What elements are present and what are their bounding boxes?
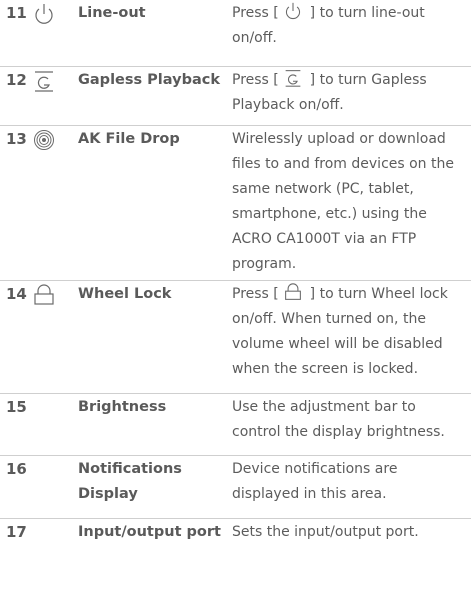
table-row: 16 Notifications Display Device notifica…: [0, 456, 471, 519]
row-number: 17: [6, 523, 27, 541]
lock-icon: [32, 284, 60, 306]
table-row: 15 Brightness Use the adjustment bar to …: [0, 394, 471, 456]
row-description: Press [ ] to turn line-out on/off.: [228, 0, 471, 66]
row-description: Press [ ] to turn Gapless Playback on/of…: [228, 67, 471, 125]
row-number: 11: [6, 4, 27, 22]
row-description: Sets the input/output port.: [232, 524, 419, 540]
row-name: Wheel Lock: [78, 286, 172, 302]
power-icon: [32, 3, 60, 25]
row-description: Wirelessly upload or download files to a…: [232, 131, 454, 272]
row-number: 13: [6, 130, 27, 148]
table-row: 11 Line-out Press [ ] to turn line-out o…: [0, 0, 471, 67]
row-description: Use the adjustment bar to control the di…: [232, 399, 445, 440]
feature-table: 11 Line-out Press [ ] to turn line-out o…: [0, 0, 471, 585]
row-description: Device notifications are displayed in th…: [232, 461, 398, 502]
gapless-icon: [283, 69, 305, 87]
row-name: AK File Drop: [78, 131, 180, 147]
table-row: 13 AK File Drop Wirelessly upload or dow…: [0, 126, 471, 281]
row-name: Input/output port: [78, 524, 221, 540]
row-number: 16: [6, 460, 27, 478]
gapless-icon: [32, 70, 60, 92]
table-row: 12 Gapless Playback Press [ ] to turn Ga…: [0, 67, 471, 126]
row-number: 15: [6, 398, 27, 416]
row-name: Gapless Playback: [78, 72, 220, 88]
wireless-icon: [32, 129, 60, 151]
row-number: 14: [6, 285, 27, 303]
row-description: Press [ ] to turn Wheel lock on/off. Whe…: [228, 281, 471, 393]
row-name: Line-out: [78, 5, 146, 21]
table-row: 14 Wheel Lock Press [ ] to turn Wheel lo…: [0, 281, 471, 394]
row-number: 12: [6, 71, 27, 89]
row-name: Notifications Display: [78, 461, 182, 502]
power-icon: [283, 2, 305, 20]
table-row: 17 Input/output port Sets the input/outp…: [0, 519, 471, 585]
row-name: Brightness: [78, 399, 167, 415]
lock-icon: [283, 283, 305, 301]
